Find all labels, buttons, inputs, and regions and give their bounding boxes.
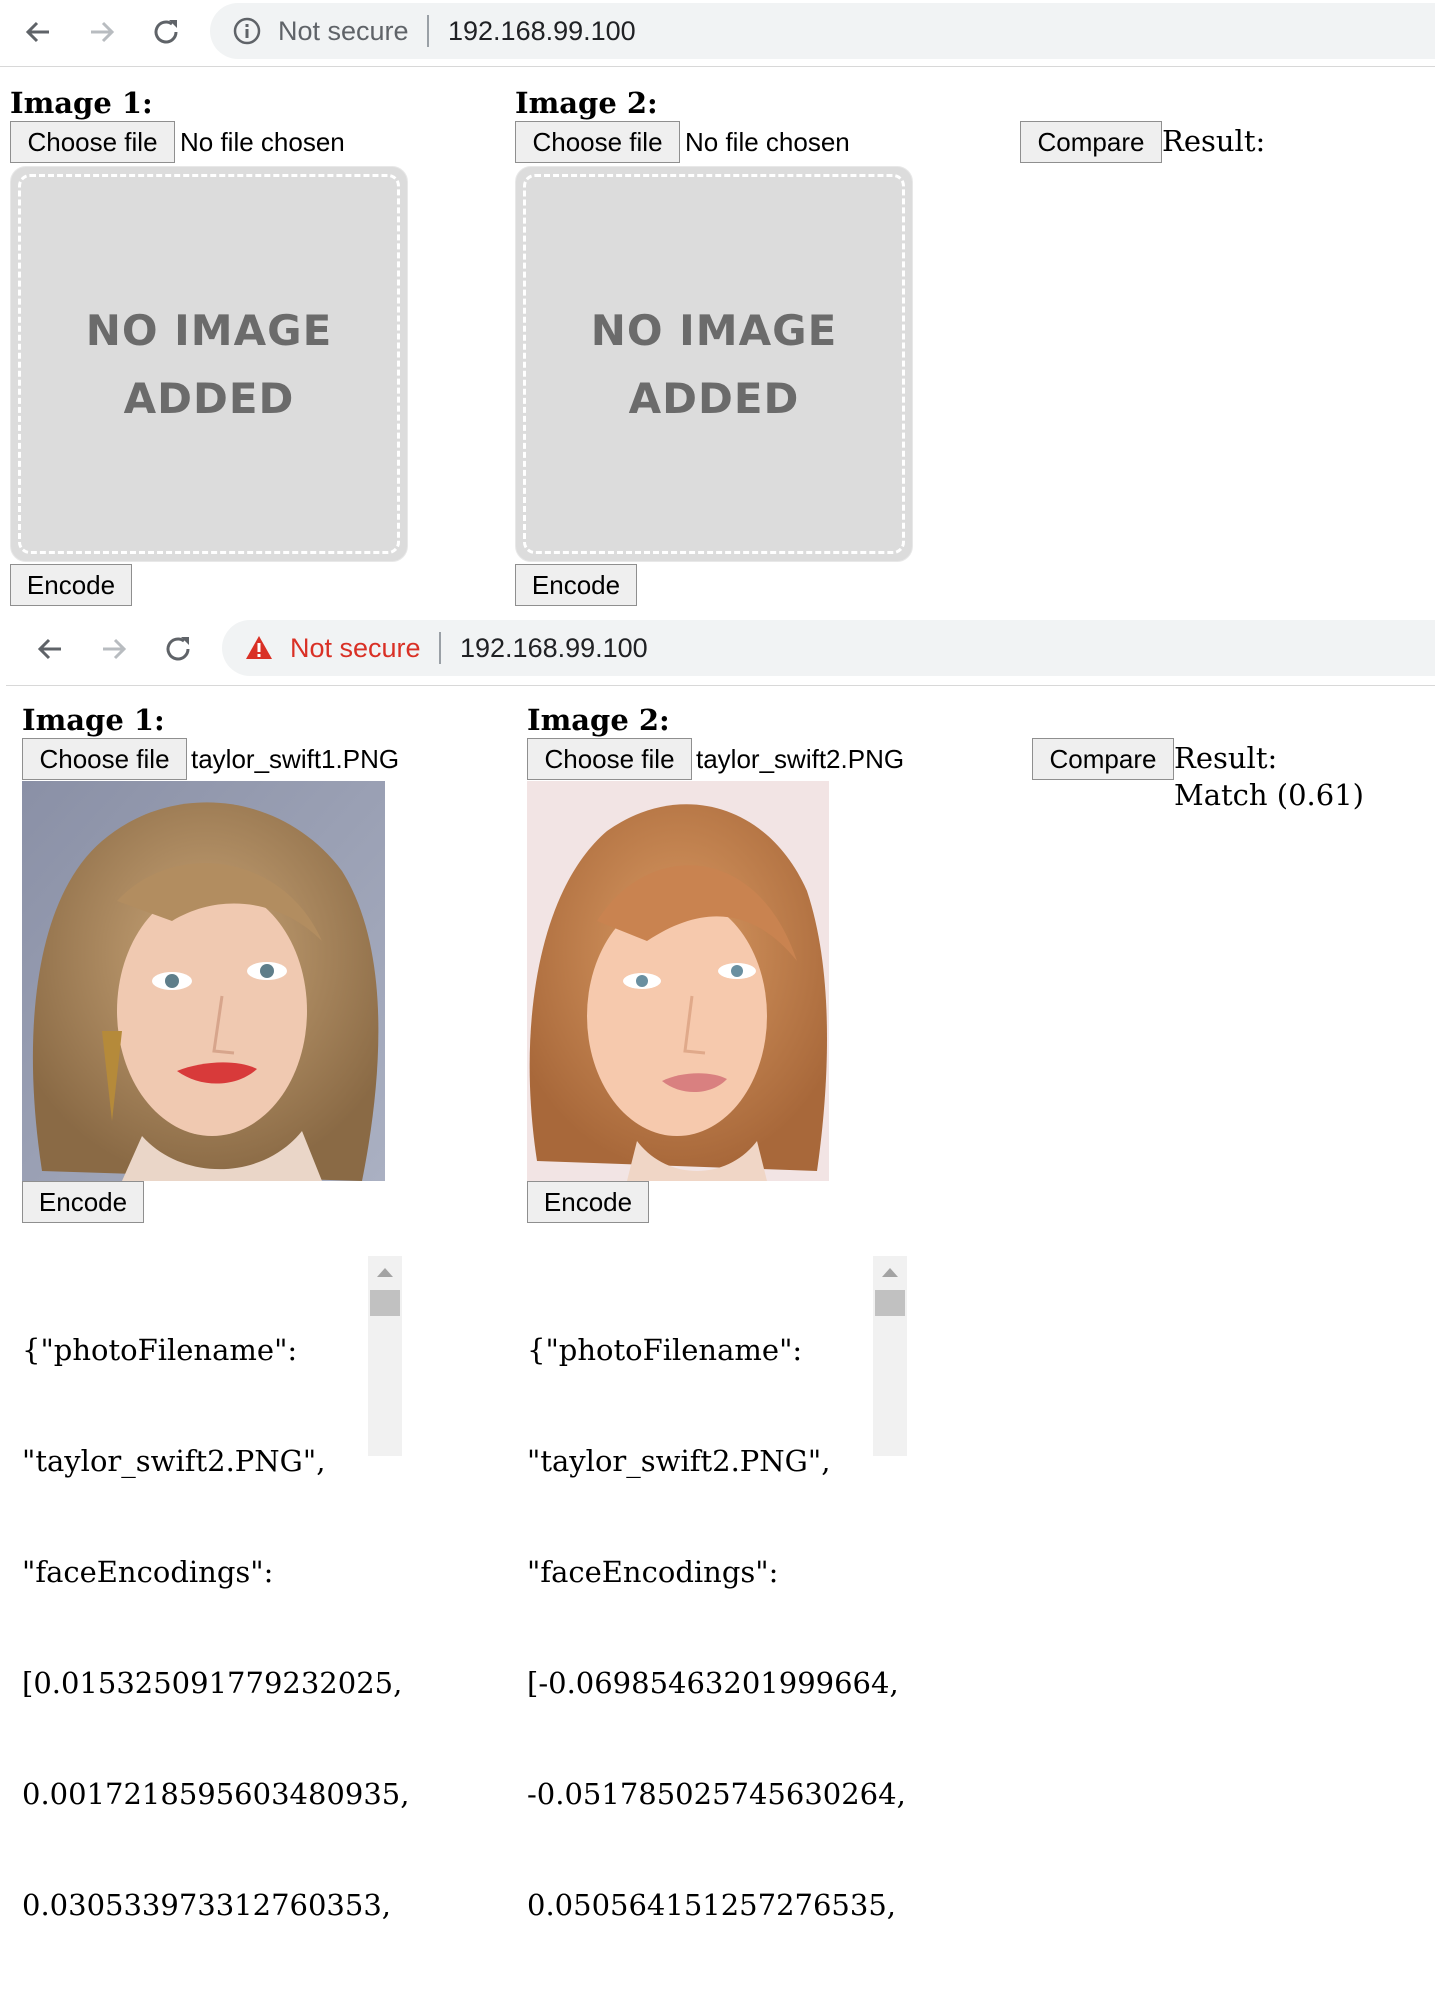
- json-line: 0.030533973312760353,: [22, 1888, 391, 1922]
- json-line: -0.051785025745630264,: [527, 1777, 906, 1811]
- browser-toolbar-bottom: Not secure 192.168.99.100: [6, 617, 1435, 686]
- image2-heading: Image 2:: [527, 703, 670, 737]
- json-line: 0.050564151257276535,: [527, 1888, 896, 1922]
- no-image-placeholder-1: NO IMAGE ADDED: [10, 166, 408, 562]
- reload-icon[interactable]: [158, 629, 198, 669]
- omnibox-divider: [427, 15, 429, 47]
- encode-button-1[interactable]: Encode: [10, 564, 132, 606]
- scroll-thumb[interactable]: [875, 1290, 905, 1316]
- encoding-textarea-2[interactable]: {"photoFilename": "taylor_swift2.PNG", "…: [527, 1258, 906, 1998]
- security-status[interactable]: Not secure: [290, 633, 421, 664]
- encode-button-2[interactable]: Encode: [527, 1181, 649, 1223]
- no-image-placeholder-2: NO IMAGE ADDED: [515, 166, 913, 562]
- browser-toolbar-top: Not secure 192.168.99.100: [0, 0, 1435, 67]
- reload-icon[interactable]: [146, 12, 186, 52]
- forward-arrow-icon[interactable]: [94, 629, 134, 669]
- file-name-1: No file chosen: [180, 127, 345, 157]
- placeholder-text-line2: ADDED: [123, 374, 295, 423]
- url-text[interactable]: 192.168.99.100: [460, 633, 648, 664]
- json-line: [0.015325091779232025,: [22, 1666, 403, 1700]
- scroll-up-icon[interactable]: [377, 1268, 393, 1277]
- image1-heading: Image 1:: [10, 86, 153, 120]
- json-line: "taylor_swift2.PNG",: [22, 1444, 326, 1478]
- placeholder-text-line1: NO IMAGE: [590, 306, 838, 355]
- face-photo-1: [22, 781, 385, 1181]
- json-line: [-0.06985463201999664,: [527, 1666, 899, 1700]
- scroll-thumb[interactable]: [370, 1290, 400, 1316]
- choose-file-button-2[interactable]: Choose file: [527, 738, 692, 780]
- json-line: "faceEncodings":: [527, 1555, 779, 1589]
- placeholder-text-line1: NO IMAGE: [85, 306, 333, 355]
- json-line: {"photoFilename":: [22, 1333, 298, 1367]
- result-label: Result:: [1174, 741, 1278, 775]
- encode-button-2[interactable]: Encode: [515, 564, 637, 606]
- encode-button-1[interactable]: Encode: [22, 1181, 144, 1223]
- info-icon[interactable]: [232, 16, 262, 50]
- file-name-2: No file chosen: [685, 127, 850, 157]
- compare-button[interactable]: Compare: [1020, 121, 1162, 163]
- scroll-up-icon[interactable]: [882, 1268, 898, 1277]
- json-line: "taylor_swift2.PNG",: [527, 1444, 831, 1478]
- choose-file-button-1[interactable]: Choose file: [22, 738, 187, 780]
- face-photo-2: [527, 781, 829, 1181]
- choose-file-button-2[interactable]: Choose file: [515, 121, 680, 163]
- security-status[interactable]: Not secure: [278, 16, 409, 47]
- file-name-1: taylor_swift1.PNG: [191, 744, 400, 774]
- result-value: Match (0.61): [1174, 778, 1364, 812]
- address-bar[interactable]: Not secure 192.168.99.100: [210, 3, 1435, 59]
- json-line: "faceEncodings":: [22, 1555, 274, 1589]
- placeholder-text-line2: ADDED: [628, 374, 800, 423]
- encoding-textarea-1[interactable]: {"photoFilename": "taylor_swift2.PNG", "…: [22, 1258, 409, 1998]
- back-arrow-icon[interactable]: [18, 12, 58, 52]
- json-line: {"photoFilename":: [527, 1333, 803, 1367]
- textarea-scrollbar-1[interactable]: [368, 1256, 402, 1456]
- image1-heading: Image 1:: [22, 703, 165, 737]
- warning-icon[interactable]: [244, 633, 274, 667]
- json-line: 0.0017218595603480935,: [22, 1777, 410, 1811]
- file-name-2: taylor_swift2.PNG: [696, 744, 905, 774]
- image2-heading: Image 2:: [515, 86, 658, 120]
- result-label: Result:: [1162, 124, 1266, 158]
- omnibox-divider: [439, 632, 441, 664]
- url-text[interactable]: 192.168.99.100: [448, 16, 636, 47]
- compare-button[interactable]: Compare: [1032, 738, 1174, 780]
- address-bar[interactable]: Not secure 192.168.99.100: [222, 620, 1435, 676]
- choose-file-button-1[interactable]: Choose file: [10, 121, 175, 163]
- forward-arrow-icon[interactable]: [82, 12, 122, 52]
- back-arrow-icon[interactable]: [30, 629, 70, 669]
- textarea-scrollbar-2[interactable]: [873, 1256, 907, 1456]
